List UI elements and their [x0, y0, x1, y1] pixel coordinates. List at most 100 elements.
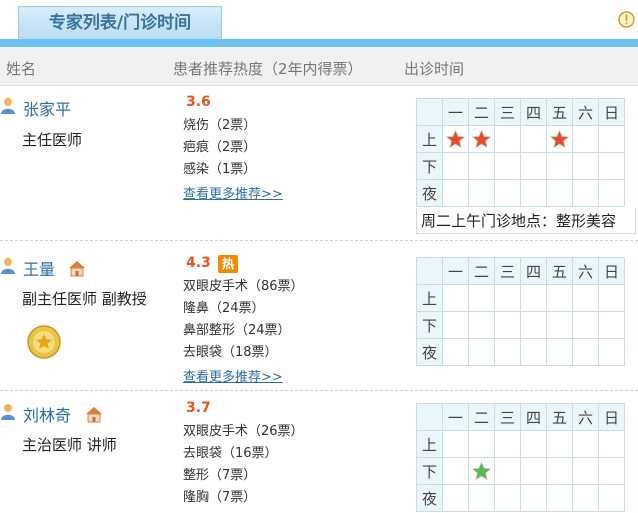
row-divider [0, 390, 638, 391]
vote-item: 隆鼻（24票） [183, 301, 265, 316]
schedule-cell [546, 152, 573, 180]
vote-item: 去眼袋（16票） [183, 446, 278, 461]
schedule-cell [572, 457, 599, 485]
vote-list: 双眼皮手术（26票） 去眼袋（16票） 整形（7票） 隆胸（7票） [183, 421, 304, 509]
vote-item: 疤痕（2票） [183, 140, 257, 155]
doctor-title: 主任医师 [22, 131, 83, 149]
schedule-cell [598, 338, 625, 366]
schedule-cell [468, 338, 495, 366]
day-header: 一 [442, 98, 469, 126]
day-header: 六 [572, 403, 599, 431]
schedule-cell [468, 484, 495, 512]
schedule-cell [520, 484, 547, 512]
clinic-star-icon[interactable] [446, 129, 465, 149]
clinic-star-icon[interactable] [472, 129, 491, 149]
schedule-cell [572, 125, 599, 153]
period-label: 夜 [416, 179, 443, 207]
header-divider [0, 39, 638, 47]
schedule-cell [520, 430, 547, 458]
schedule-cell [520, 179, 547, 207]
day-header: 五 [546, 98, 573, 126]
day-header: 五 [546, 403, 573, 431]
schedule-cell [494, 284, 521, 312]
schedule-cell [468, 311, 495, 339]
day-header: 五 [546, 257, 573, 285]
person-icon [1, 258, 15, 274]
period-label: 上 [416, 284, 443, 312]
schedule-cell [572, 311, 599, 339]
schedule-cell [546, 338, 573, 366]
home-icon[interactable] [84, 405, 104, 423]
schedule-cell [546, 179, 573, 207]
period-label: 夜 [416, 338, 443, 366]
clinic-schedule: 一 二 三 四 五 六 日 上下夜 [416, 403, 625, 512]
doctor-name[interactable]: 刘林奇 [23, 402, 71, 426]
schedule-cell [494, 152, 521, 180]
day-header: 一 [442, 257, 469, 285]
schedule-cell [546, 311, 573, 339]
schedule-cell [442, 284, 469, 312]
day-header: 日 [598, 98, 625, 126]
schedule-cell [572, 484, 599, 512]
schedule-cell [442, 125, 469, 153]
schedule-cell [520, 284, 547, 312]
schedule-cell [494, 484, 521, 512]
schedule-cell [598, 484, 625, 512]
popularity-score: 3.7 [186, 400, 211, 416]
schedule-cell [520, 125, 547, 153]
schedule-cell [546, 457, 573, 485]
schedule-cell [442, 338, 469, 366]
vote-item: 双眼皮手术（86票） [183, 279, 304, 294]
column-header-name: 姓名 [6, 60, 37, 78]
doctor-title: 副主任医师 副教授 [22, 290, 147, 308]
period-label: 下 [416, 457, 443, 485]
home-icon[interactable] [67, 259, 87, 277]
schedule-cell [494, 179, 521, 207]
schedule-cell [494, 311, 521, 339]
more-recommendations-link[interactable]: 查看更多推荐>> [183, 366, 283, 385]
vote-item: 烧伤（2票） [183, 118, 257, 133]
doctor-name[interactable]: 王量 [23, 256, 55, 280]
day-header: 三 [494, 403, 521, 431]
schedule-cell [598, 430, 625, 458]
doctor-name[interactable]: 张家平 [23, 96, 71, 120]
schedule-cell [546, 125, 573, 153]
vote-item: 去眼袋（18票） [183, 345, 278, 360]
schedule-cell [520, 457, 547, 485]
column-header-row: 姓名 患者推荐热度（2年内得票） 出诊时间 [0, 47, 638, 86]
schedule-corner [416, 257, 443, 285]
schedule-cell [442, 430, 469, 458]
clinic-star-icon[interactable] [472, 461, 491, 481]
day-header: 二 [468, 257, 495, 285]
clinic-schedule: 一 二 三 四 五 六 日 上下夜 [416, 257, 625, 366]
schedule-cell [442, 311, 469, 339]
period-label: 下 [416, 152, 443, 180]
vote-item: 鼻部整形（24票） [183, 323, 291, 338]
day-header: 六 [572, 257, 599, 285]
day-header: 六 [572, 98, 599, 126]
vote-item: 隆胸（7票） [183, 490, 257, 505]
schedule-cell [572, 179, 599, 207]
row-divider [0, 240, 638, 241]
vote-item: 整形（7票） [183, 468, 257, 483]
day-header: 三 [494, 98, 521, 126]
schedule-cell [442, 152, 469, 180]
tab-expert-list[interactable]: 专家列表/门诊时间 [18, 6, 222, 40]
schedule-corner [416, 98, 443, 126]
schedule-cell [546, 484, 573, 512]
more-recommendations-link[interactable]: 查看更多推荐>> [183, 183, 283, 202]
info-icon[interactable] [618, 11, 635, 28]
day-header: 日 [598, 257, 625, 285]
day-header: 四 [520, 257, 547, 285]
schedule-cell [468, 457, 495, 485]
clinic-star-icon[interactable] [550, 129, 569, 149]
schedule-cell [598, 152, 625, 180]
period-label: 上 [416, 125, 443, 153]
period-label: 夜 [416, 484, 443, 512]
clinic-location-note: 周二上午门诊地点：整形美容 [416, 208, 636, 234]
period-label: 上 [416, 430, 443, 458]
schedule-cell [520, 152, 547, 180]
vote-item: 感染（1票） [183, 162, 257, 177]
person-icon [1, 404, 15, 420]
medal-icon [27, 325, 61, 359]
